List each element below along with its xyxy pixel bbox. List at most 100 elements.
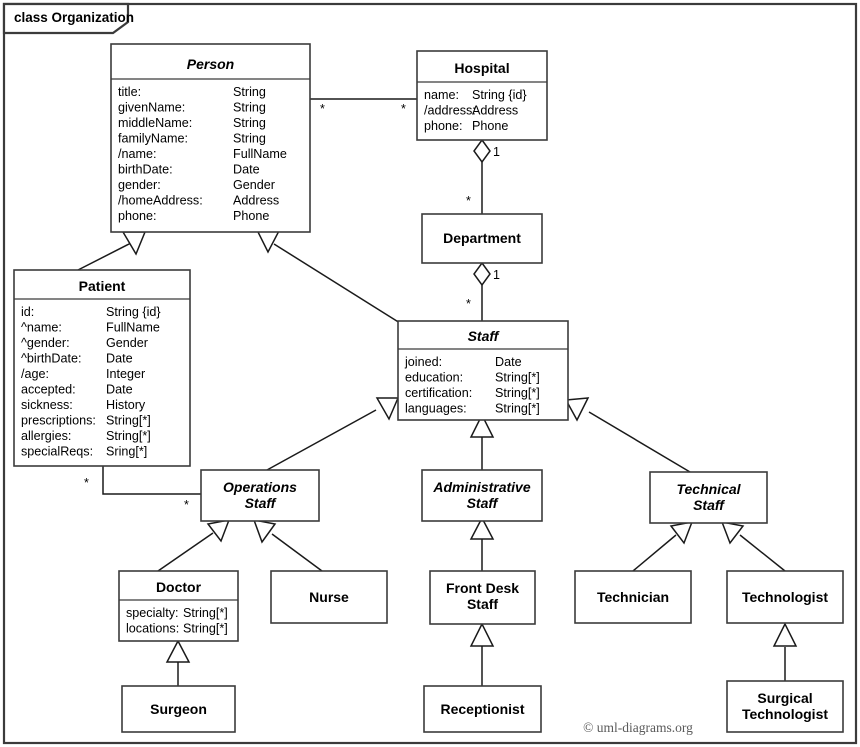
class-box-receptionist[interactable]: Receptionist [423, 685, 542, 733]
attr-name: accepted: [21, 383, 76, 397]
attr-type: Phone [472, 119, 508, 133]
class-name-administrative-staff-line2: Staff [467, 495, 499, 511]
attr-type: String[*] [495, 371, 540, 385]
attr-name: phone: [118, 209, 157, 223]
class-name-staff: Staff [468, 328, 500, 344]
class-box-surgeon[interactable]: Surgeon [121, 685, 236, 733]
attr-name: phone: [424, 119, 463, 133]
mult-person-hospital-person-end: * [320, 102, 325, 116]
class-box-surgical-technologist[interactable]: Surgical Technologist [726, 680, 844, 733]
attr-type: Integer [106, 367, 145, 381]
attr-name: title: [118, 85, 141, 99]
mult-department-staff-department-end: 1 [493, 268, 500, 282]
class-box-doctor[interactable]: Doctor specialty: String[*] locations: S… [118, 570, 239, 642]
attr-type: Date [233, 163, 260, 177]
gen-technologist-technical [739, 534, 786, 572]
class-name-operations-staff-line1: Operations [223, 479, 297, 495]
attr-type: Date [106, 383, 133, 397]
attr-name: locations: [126, 622, 179, 636]
attr-name: birthDate: [118, 163, 173, 177]
class-name-patient: Patient [79, 278, 126, 294]
diagram-canvas: class Organization * * 1 * 1 * * * Perso… [2, 2, 858, 745]
attr-type: String[*] [106, 414, 151, 428]
attr-type: FullName [106, 321, 160, 335]
attr-type: String [233, 85, 266, 99]
class-name-surgeon: Surgeon [150, 701, 207, 717]
gen-staff-person [273, 243, 401, 324]
class-box-technical-staff[interactable]: Technical Staff [649, 471, 768, 524]
attr-name: id: [21, 305, 34, 319]
class-box-person[interactable]: Person title: String givenName: String m… [110, 43, 311, 233]
class-box-staff[interactable]: Staff joined: Date education: String[*] … [397, 320, 569, 421]
attr-type: Address [472, 104, 518, 118]
class-name-front-desk-staff-line2: Staff [467, 596, 498, 612]
attr-name: specialty: [126, 606, 179, 620]
attr-type: Phone [233, 209, 269, 223]
mult-department-staff-staff-end: * [466, 297, 471, 311]
gen-operations-staff [266, 409, 377, 471]
attr-name: ^gender: [21, 336, 70, 350]
attr-type: History [106, 398, 146, 412]
attr-type: String[*] [495, 402, 540, 416]
class-box-nurse[interactable]: Nurse [270, 570, 388, 624]
attr-type: Gender [106, 336, 148, 350]
class-name-surgical-technologist-line1: Surgical [757, 690, 812, 706]
class-box-department[interactable]: Department [421, 213, 543, 264]
attr-type: String[*] [495, 386, 540, 400]
class-name-surgical-technologist-line2: Technologist [742, 706, 828, 722]
class-name-hospital: Hospital [454, 60, 509, 76]
attr-name: name: [424, 88, 459, 102]
mult-person-hospital-hospital-end: * [401, 102, 406, 116]
aggregation-diamond-hospital [473, 138, 491, 164]
gen-arrow-patient-person [121, 231, 147, 256]
class-box-front-desk-staff[interactable]: Front Desk Staff [429, 570, 536, 625]
attr-name: ^name: [21, 321, 62, 335]
gen-patient-person [77, 242, 132, 271]
gen-arrow-technologist-technical [720, 521, 745, 545]
mult-patient-operations-patient-end: * [84, 476, 89, 490]
class-name-department: Department [443, 230, 521, 246]
class-name-receptionist: Receptionist [440, 701, 524, 717]
class-box-patient[interactable]: Patient id: String {id} ^name: FullName … [13, 269, 191, 467]
mult-patient-operations-operations-end: * [184, 498, 189, 512]
attr-name: prescriptions: [21, 414, 96, 428]
attr-type: String[*] [183, 622, 228, 636]
class-box-technician[interactable]: Technician [574, 570, 692, 624]
aggregation-diamond-department [473, 261, 491, 287]
class-name-nurse: Nurse [309, 589, 349, 605]
attr-name: education: [405, 371, 463, 385]
attr-type: String {id} [472, 88, 527, 102]
class-box-operations-staff[interactable]: Operations Staff [200, 469, 320, 522]
attr-type: Date [495, 355, 522, 369]
attr-type: Sring[*] [106, 445, 147, 459]
class-box-hospital[interactable]: Hospital name: String {id} /address: Add… [416, 50, 548, 141]
attr-name: sickness: [21, 398, 73, 412]
class-name-technologist: Technologist [742, 589, 828, 605]
class-box-technologist[interactable]: Technologist [726, 570, 844, 624]
gen-technical-staff [588, 411, 691, 473]
attr-name: certification: [405, 386, 472, 400]
gen-arrow-technician-technical [669, 521, 694, 545]
attr-type: String[*] [106, 429, 151, 443]
gen-doctor-operations [157, 532, 214, 572]
class-box-administrative-staff[interactable]: Administrative Staff [421, 469, 543, 522]
attr-name: /address: [424, 104, 476, 118]
class-name-technical-staff-line2: Staff [693, 497, 725, 513]
attr-name: languages: [405, 402, 467, 416]
gen-arrow-nurse-operations [252, 519, 277, 544]
attr-name: gender: [118, 178, 161, 192]
attr-type: String[*] [183, 606, 228, 620]
attr-name: allergies: [21, 429, 71, 443]
gen-arrow-surgeon-doctor [165, 639, 191, 663]
attr-type: Address [233, 194, 279, 208]
class-name-front-desk-staff-line1: Front Desk [446, 580, 519, 596]
class-name-technical-staff-line1: Technical [676, 481, 741, 497]
copyright-credit: © uml-diagrams.org [583, 720, 693, 735]
attr-type: Date [106, 352, 133, 366]
mult-hospital-department-department-end: * [466, 194, 471, 208]
gen-arrow-receptionist-frontdesk [469, 622, 495, 647]
attr-type: String [233, 101, 266, 115]
class-name-person: Person [187, 56, 234, 72]
attr-name: /name: [118, 147, 157, 161]
mult-hospital-department-hospital-end: 1 [493, 145, 500, 159]
